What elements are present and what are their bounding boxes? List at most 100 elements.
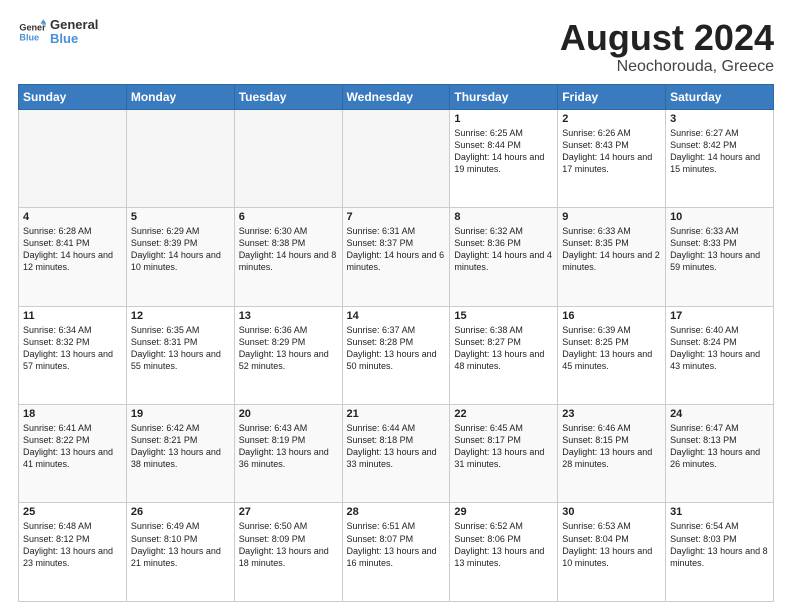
- calendar-week-row: 25 Sunrise: 6:48 AM Sunset: 8:12 PM Dayl…: [19, 503, 774, 602]
- day-info: Sunrise: 6:48 AM Sunset: 8:12 PM Dayligh…: [23, 520, 122, 569]
- day-info: Sunrise: 6:49 AM Sunset: 8:10 PM Dayligh…: [131, 520, 230, 569]
- day-number: 28: [347, 506, 446, 518]
- day-number: 1: [454, 113, 553, 125]
- day-number: 16: [562, 310, 661, 322]
- calendar-cell: 18 Sunrise: 6:41 AM Sunset: 8:22 PM Dayl…: [19, 405, 127, 503]
- calendar-cell: 31 Sunrise: 6:54 AM Sunset: 8:03 PM Dayl…: [666, 503, 774, 602]
- day-info: Sunrise: 6:30 AM Sunset: 8:38 PM Dayligh…: [239, 225, 338, 274]
- day-number: 15: [454, 310, 553, 322]
- logo-blue: Blue: [50, 32, 98, 46]
- day-info: Sunrise: 6:33 AM Sunset: 8:35 PM Dayligh…: [562, 225, 661, 274]
- day-info: Sunrise: 6:54 AM Sunset: 8:03 PM Dayligh…: [670, 520, 769, 569]
- calendar-cell: 14 Sunrise: 6:37 AM Sunset: 8:28 PM Dayl…: [342, 306, 450, 404]
- day-info: Sunrise: 6:53 AM Sunset: 8:04 PM Dayligh…: [562, 520, 661, 569]
- calendar-cell: 10 Sunrise: 6:33 AM Sunset: 8:33 PM Dayl…: [666, 208, 774, 306]
- day-number: 9: [562, 211, 661, 223]
- calendar-cell: 26 Sunrise: 6:49 AM Sunset: 8:10 PM Dayl…: [126, 503, 234, 602]
- calendar-cell: [342, 109, 450, 207]
- day-info: Sunrise: 6:29 AM Sunset: 8:39 PM Dayligh…: [131, 225, 230, 274]
- header: General Blue General Blue August 2024 Ne…: [18, 18, 774, 76]
- day-number: 3: [670, 113, 769, 125]
- day-info: Sunrise: 6:37 AM Sunset: 8:28 PM Dayligh…: [347, 324, 446, 373]
- svg-text:Blue: Blue: [19, 33, 39, 43]
- col-tuesday: Tuesday: [234, 84, 342, 109]
- day-info: Sunrise: 6:36 AM Sunset: 8:29 PM Dayligh…: [239, 324, 338, 373]
- calendar-cell: 30 Sunrise: 6:53 AM Sunset: 8:04 PM Dayl…: [558, 503, 666, 602]
- day-number: 11: [23, 310, 122, 322]
- day-number: 10: [670, 211, 769, 223]
- day-info: Sunrise: 6:46 AM Sunset: 8:15 PM Dayligh…: [562, 422, 661, 471]
- calendar-cell: 28 Sunrise: 6:51 AM Sunset: 8:07 PM Dayl…: [342, 503, 450, 602]
- calendar-cell: 16 Sunrise: 6:39 AM Sunset: 8:25 PM Dayl…: [558, 306, 666, 404]
- col-saturday: Saturday: [666, 84, 774, 109]
- day-number: 27: [239, 506, 338, 518]
- col-thursday: Thursday: [450, 84, 558, 109]
- calendar-cell: 15 Sunrise: 6:38 AM Sunset: 8:27 PM Dayl…: [450, 306, 558, 404]
- day-number: 14: [347, 310, 446, 322]
- day-number: 12: [131, 310, 230, 322]
- day-info: Sunrise: 6:26 AM Sunset: 8:43 PM Dayligh…: [562, 127, 661, 176]
- day-info: Sunrise: 6:25 AM Sunset: 8:44 PM Dayligh…: [454, 127, 553, 176]
- calendar-cell: 19 Sunrise: 6:42 AM Sunset: 8:21 PM Dayl…: [126, 405, 234, 503]
- day-info: Sunrise: 6:32 AM Sunset: 8:36 PM Dayligh…: [454, 225, 553, 274]
- day-info: Sunrise: 6:34 AM Sunset: 8:32 PM Dayligh…: [23, 324, 122, 373]
- col-monday: Monday: [126, 84, 234, 109]
- calendar-cell: 9 Sunrise: 6:33 AM Sunset: 8:35 PM Dayli…: [558, 208, 666, 306]
- day-number: 26: [131, 506, 230, 518]
- calendar-cell: 2 Sunrise: 6:26 AM Sunset: 8:43 PM Dayli…: [558, 109, 666, 207]
- day-info: Sunrise: 6:45 AM Sunset: 8:17 PM Dayligh…: [454, 422, 553, 471]
- day-number: 22: [454, 408, 553, 420]
- calendar-cell: 29 Sunrise: 6:52 AM Sunset: 8:06 PM Dayl…: [450, 503, 558, 602]
- day-info: Sunrise: 6:31 AM Sunset: 8:37 PM Dayligh…: [347, 225, 446, 274]
- page: General Blue General Blue August 2024 Ne…: [0, 0, 792, 612]
- calendar-subtitle: Neochorouda, Greece: [560, 58, 774, 76]
- svg-text:General: General: [19, 23, 46, 33]
- day-info: Sunrise: 6:33 AM Sunset: 8:33 PM Dayligh…: [670, 225, 769, 274]
- day-info: Sunrise: 6:28 AM Sunset: 8:41 PM Dayligh…: [23, 225, 122, 274]
- title-block: August 2024 Neochorouda, Greece: [560, 18, 774, 76]
- day-number: 4: [23, 211, 122, 223]
- calendar-week-row: 11 Sunrise: 6:34 AM Sunset: 8:32 PM Dayl…: [19, 306, 774, 404]
- calendar-table: Sunday Monday Tuesday Wednesday Thursday…: [18, 84, 774, 602]
- day-info: Sunrise: 6:52 AM Sunset: 8:06 PM Dayligh…: [454, 520, 553, 569]
- calendar-week-row: 18 Sunrise: 6:41 AM Sunset: 8:22 PM Dayl…: [19, 405, 774, 503]
- day-info: Sunrise: 6:40 AM Sunset: 8:24 PM Dayligh…: [670, 324, 769, 373]
- calendar-cell: 4 Sunrise: 6:28 AM Sunset: 8:41 PM Dayli…: [19, 208, 127, 306]
- day-number: 5: [131, 211, 230, 223]
- day-info: Sunrise: 6:44 AM Sunset: 8:18 PM Dayligh…: [347, 422, 446, 471]
- calendar-cell: [19, 109, 127, 207]
- calendar-cell: 22 Sunrise: 6:45 AM Sunset: 8:17 PM Dayl…: [450, 405, 558, 503]
- calendar-week-row: 1 Sunrise: 6:25 AM Sunset: 8:44 PM Dayli…: [19, 109, 774, 207]
- col-sunday: Sunday: [19, 84, 127, 109]
- calendar-cell: 1 Sunrise: 6:25 AM Sunset: 8:44 PM Dayli…: [450, 109, 558, 207]
- calendar-cell: [234, 109, 342, 207]
- day-info: Sunrise: 6:39 AM Sunset: 8:25 PM Dayligh…: [562, 324, 661, 373]
- calendar-cell: 7 Sunrise: 6:31 AM Sunset: 8:37 PM Dayli…: [342, 208, 450, 306]
- day-info: Sunrise: 6:41 AM Sunset: 8:22 PM Dayligh…: [23, 422, 122, 471]
- day-info: Sunrise: 6:47 AM Sunset: 8:13 PM Dayligh…: [670, 422, 769, 471]
- day-number: 13: [239, 310, 338, 322]
- calendar-title: August 2024: [560, 18, 774, 58]
- day-number: 31: [670, 506, 769, 518]
- day-info: Sunrise: 6:51 AM Sunset: 8:07 PM Dayligh…: [347, 520, 446, 569]
- day-number: 20: [239, 408, 338, 420]
- calendar-header-row: Sunday Monday Tuesday Wednesday Thursday…: [19, 84, 774, 109]
- calendar-cell: 11 Sunrise: 6:34 AM Sunset: 8:32 PM Dayl…: [19, 306, 127, 404]
- day-number: 18: [23, 408, 122, 420]
- col-wednesday: Wednesday: [342, 84, 450, 109]
- day-number: 2: [562, 113, 661, 125]
- day-number: 21: [347, 408, 446, 420]
- day-number: 25: [23, 506, 122, 518]
- calendar-cell: 6 Sunrise: 6:30 AM Sunset: 8:38 PM Dayli…: [234, 208, 342, 306]
- logo: General Blue General Blue: [18, 18, 98, 47]
- calendar-cell: 21 Sunrise: 6:44 AM Sunset: 8:18 PM Dayl…: [342, 405, 450, 503]
- day-info: Sunrise: 6:27 AM Sunset: 8:42 PM Dayligh…: [670, 127, 769, 176]
- day-number: 6: [239, 211, 338, 223]
- calendar-cell: 13 Sunrise: 6:36 AM Sunset: 8:29 PM Dayl…: [234, 306, 342, 404]
- calendar-cell: [126, 109, 234, 207]
- logo-icon: General Blue: [18, 18, 46, 46]
- day-number: 8: [454, 211, 553, 223]
- day-number: 17: [670, 310, 769, 322]
- day-info: Sunrise: 6:35 AM Sunset: 8:31 PM Dayligh…: [131, 324, 230, 373]
- logo-general: General: [50, 18, 98, 32]
